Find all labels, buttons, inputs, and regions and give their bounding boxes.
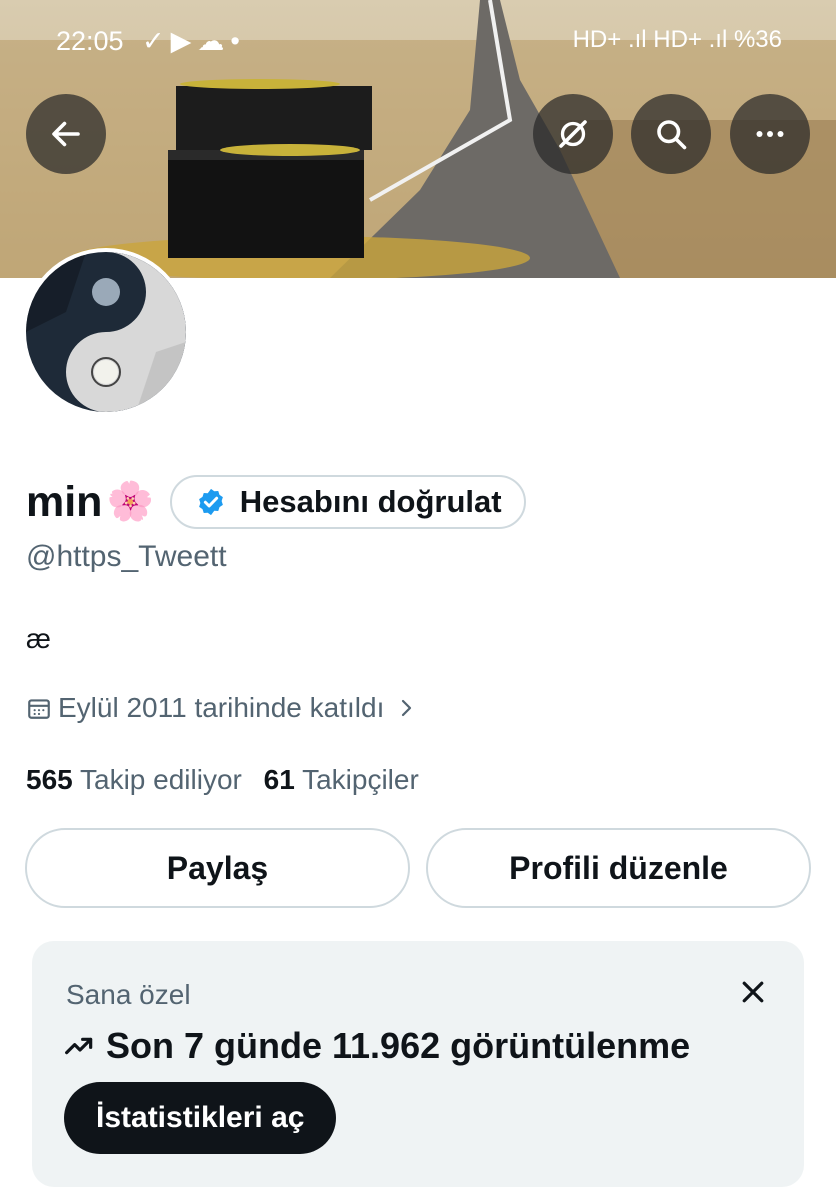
status-right: HD+ .ıl HD+ .ıl %36 — [572, 26, 782, 53]
grok-button[interactable] — [533, 94, 613, 174]
followers-label: Takipçiler — [302, 764, 419, 795]
name-row: min 🌸 Hesabını doğrulat — [26, 472, 526, 532]
close-card-button[interactable] — [738, 977, 768, 1012]
chevron-right-icon — [402, 699, 412, 717]
search-icon — [657, 120, 687, 150]
joined-label: Eylül 2011 tarihinde katıldı — [58, 692, 385, 723]
status-bar: 22:05 ✓▶☁• HD+ .ıl HD+ .ıl %36 — [0, 0, 836, 80]
insights-card: Sana özel Son 7 günde 11.962 görüntülenm… — [32, 941, 804, 1187]
calendar-icon — [28, 699, 50, 719]
grok-icon — [559, 120, 587, 148]
following-link[interactable]: 565 Takip ediliyor — [26, 764, 242, 795]
more-button[interactable] — [730, 94, 810, 174]
verify-account-button[interactable]: Hesabını doğrulat — [169, 475, 526, 529]
views-headline: Son 7 günde 11.962 görüntülenme — [64, 1025, 690, 1067]
edit-profile-label: Profili düzenle — [509, 849, 728, 886]
profile-bio: æ — [26, 623, 51, 654]
notification-icons: ✓▶☁• — [142, 26, 246, 56]
card-label: Sana özel — [66, 979, 191, 1010]
open-analytics-button[interactable]: İstatistikleri aç — [64, 1082, 337, 1154]
search-button[interactable] — [631, 94, 711, 174]
edit-profile-button[interactable]: Profili düzenle — [426, 828, 811, 908]
trending-up-icon — [65, 1037, 93, 1055]
back-button[interactable] — [26, 94, 106, 174]
status-time: 22:05 — [56, 26, 124, 56]
following-count: 565 — [26, 764, 73, 795]
arrow-left-icon — [52, 121, 80, 147]
cherry-blossom-icon: 🌸 — [106, 481, 154, 523]
more-icon — [756, 131, 784, 137]
verified-badge-icon — [198, 488, 223, 516]
avatar[interactable] — [22, 248, 190, 416]
followers-count: 61 — [263, 764, 295, 795]
profile-banner[interactable]: 22:05 ✓▶☁• HD+ .ıl HD+ .ıl %36 — [0, 0, 836, 278]
views-text: Son 7 günde 11.962 görüntülenme — [106, 1025, 691, 1066]
open-analytics-label: İstatistikleri aç — [96, 1101, 305, 1134]
display-name: min — [26, 477, 103, 526]
user-handle: @https_Tweett — [26, 540, 227, 573]
share-label: Paylaş — [166, 849, 269, 886]
following-label: Takip ediliyor — [80, 764, 242, 795]
close-icon — [742, 981, 764, 1003]
share-button[interactable]: Paylaş — [25, 828, 410, 908]
joined-date-row[interactable]: Eylül 2011 tarihinde katıldı — [26, 692, 418, 724]
verify-label: Hesabını doğrulat — [239, 484, 502, 519]
follow-stats: 565 Takip ediliyor 61 Takipçiler — [26, 764, 419, 796]
yin-yang-avatar-image — [26, 252, 186, 412]
followers-link[interactable]: 61 Takipçiler — [264, 764, 419, 795]
